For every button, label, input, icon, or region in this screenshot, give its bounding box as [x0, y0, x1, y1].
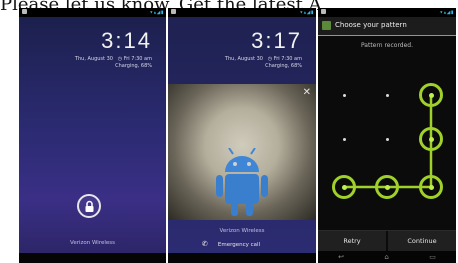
- status-icons: ▾▴◢▮: [299, 9, 314, 16]
- notification-icon: [171, 9, 176, 14]
- pattern-dot-8-center: [384, 184, 390, 190]
- lock-date: Thu, August 30: [74, 56, 113, 62]
- pattern-grid[interactable]: [318, 70, 456, 220]
- lock-alarm: Fri 7:30 am: [273, 56, 302, 62]
- nav-bar: [19, 253, 166, 263]
- status-bar: ▾▴◢▮: [19, 8, 166, 17]
- pattern-dot-5[interactable]: [385, 137, 389, 141]
- lock-info: Thu, August 30 ◷ Fri 7:30 am Charging, 6…: [182, 56, 302, 70]
- home-icon[interactable]: ⌂: [384, 253, 388, 261]
- notification-icon: [321, 9, 326, 14]
- pattern-dot-3-center: [428, 92, 434, 98]
- phone-lockscreen: ▾▴◢▮ 3:14 Thu, August 30 ◷ Fri 7:30 am C…: [19, 8, 166, 263]
- button-bar: Retry Continue: [318, 230, 456, 251]
- phone-lockscreen-photo: ▾▴◢▮ 3:17 Thu, August 30 ◷ Fri 7:30 am C…: [168, 8, 316, 263]
- carrier-label: Verizon Wireless: [69, 240, 115, 246]
- lock-alarm: Fri 7:30 am: [123, 56, 152, 62]
- back-icon[interactable]: ↩: [338, 253, 344, 261]
- pattern-dot-9-center: [428, 184, 434, 190]
- emergency-call-label: Emergency call: [217, 242, 261, 248]
- status-icons: ▾▴◢▮: [439, 9, 454, 16]
- status-bar: ▾▴◢▮: [168, 8, 316, 17]
- retry-button[interactable]: Retry: [318, 231, 386, 251]
- pattern-status: Pattern recorded.: [360, 42, 414, 49]
- title-bar: Choose your pattern: [318, 17, 456, 36]
- alarm-icon: ◷: [264, 56, 274, 62]
- pattern-dot-7-center: [341, 184, 347, 190]
- pattern-dot-6-center: [428, 136, 434, 142]
- android-robot-figure: [216, 148, 268, 216]
- status-bar: ▾▴◢▮: [318, 8, 456, 17]
- settings-app-icon: [322, 21, 331, 30]
- recent-apps-icon[interactable]: ▭: [429, 253, 436, 261]
- phone-choose-pattern: ▾▴◢▮ Choose your pattern Pattern recorde…: [318, 8, 456, 263]
- nav-bar: [168, 253, 316, 263]
- screen-title: Choose your pattern: [335, 21, 407, 29]
- nav-bar: ↩ ⌂ ▭: [318, 251, 456, 263]
- lock-charging: Charging, 68%: [115, 63, 152, 69]
- carrier-label: Verizon Wireless: [219, 228, 265, 234]
- pattern-dot-1[interactable]: [342, 93, 346, 97]
- pattern-dot-4[interactable]: [342, 137, 346, 141]
- status-icons: ▾▴◢▮: [149, 9, 164, 16]
- emergency-call-button[interactable]: ✆ Emergency call: [202, 240, 260, 248]
- lock-date: Thu, August 30: [224, 56, 263, 62]
- unlock-button[interactable]: [77, 194, 101, 218]
- lock-info: Thu, August 30 ◷ Fri 7:30 am Charging, 6…: [32, 56, 152, 70]
- pattern-dot-2[interactable]: [385, 93, 389, 97]
- continue-button[interactable]: Continue: [388, 231, 456, 251]
- lock-clock: 3:14: [101, 28, 152, 53]
- lock-charging: Charging, 68%: [265, 63, 302, 69]
- owner-photo: ✕: [168, 84, 316, 220]
- notification-icon: [22, 9, 27, 14]
- lock-clock: 3:17: [251, 28, 302, 53]
- phone-icon: ✆: [202, 240, 208, 248]
- lock-icon: [85, 200, 94, 212]
- alarm-icon: ◷: [114, 56, 124, 62]
- close-icon[interactable]: ✕: [303, 87, 311, 98]
